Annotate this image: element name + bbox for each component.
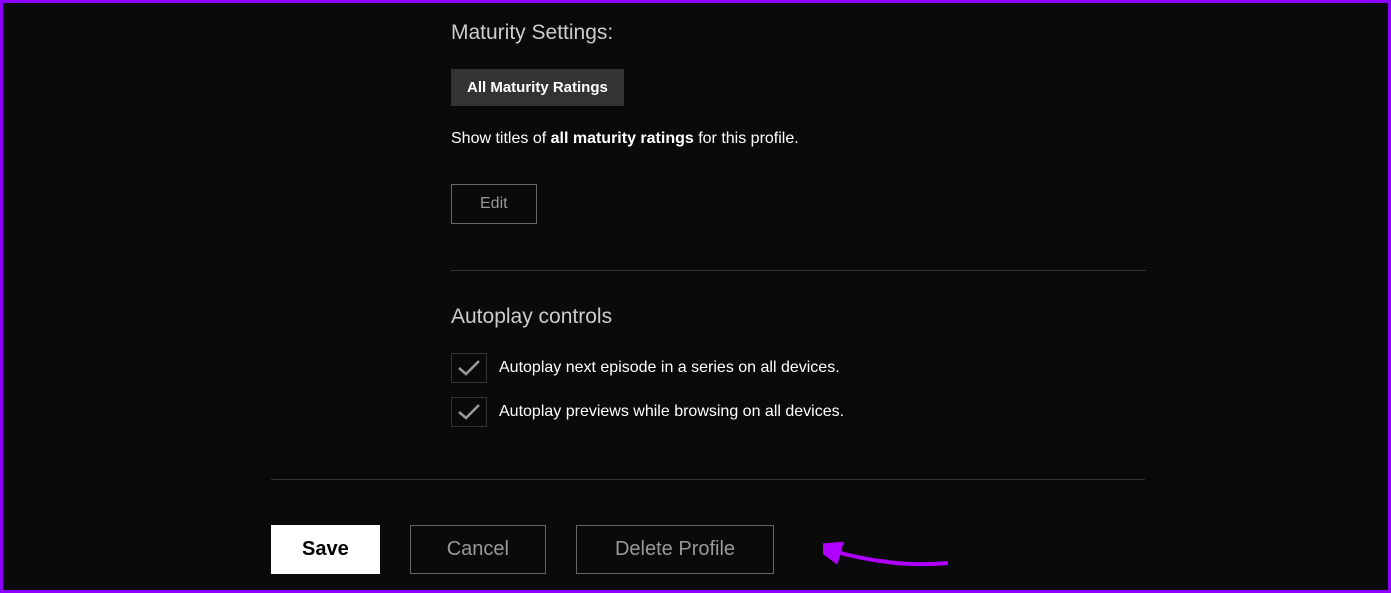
cancel-button[interactable]: Cancel xyxy=(410,525,546,574)
description-prefix: Show titles of xyxy=(451,130,551,147)
edit-button[interactable]: Edit xyxy=(451,184,537,224)
maturity-description: Show titles of all maturity ratings for … xyxy=(451,130,1148,148)
save-button[interactable]: Save xyxy=(271,525,380,574)
autoplay-previews-row: Autoplay previews while browsing on all … xyxy=(451,397,1148,427)
maturity-rating-badge: All Maturity Ratings xyxy=(451,69,624,106)
delete-profile-button[interactable]: Delete Profile xyxy=(576,525,774,574)
description-suffix: for this profile. xyxy=(694,130,799,147)
autoplay-previews-checkbox[interactable] xyxy=(451,397,487,427)
autoplay-previews-label: Autoplay previews while browsing on all … xyxy=(499,403,844,421)
checkmark-icon xyxy=(457,359,481,377)
section-divider xyxy=(451,270,1146,271)
bottom-divider xyxy=(271,479,1145,480)
autoplay-next-episode-checkbox[interactable] xyxy=(451,353,487,383)
autoplay-next-episode-row: Autoplay next episode in a series on all… xyxy=(451,353,1148,383)
action-row: Save Cancel Delete Profile xyxy=(271,525,774,574)
description-bold: all maturity ratings xyxy=(551,130,694,147)
checkmark-icon xyxy=(457,403,481,421)
maturity-settings-title: Maturity Settings: xyxy=(451,21,1148,45)
autoplay-controls-title: Autoplay controls xyxy=(451,305,1148,329)
autoplay-next-episode-label: Autoplay next episode in a series on all… xyxy=(499,359,840,377)
annotation-arrow-icon xyxy=(823,533,953,573)
